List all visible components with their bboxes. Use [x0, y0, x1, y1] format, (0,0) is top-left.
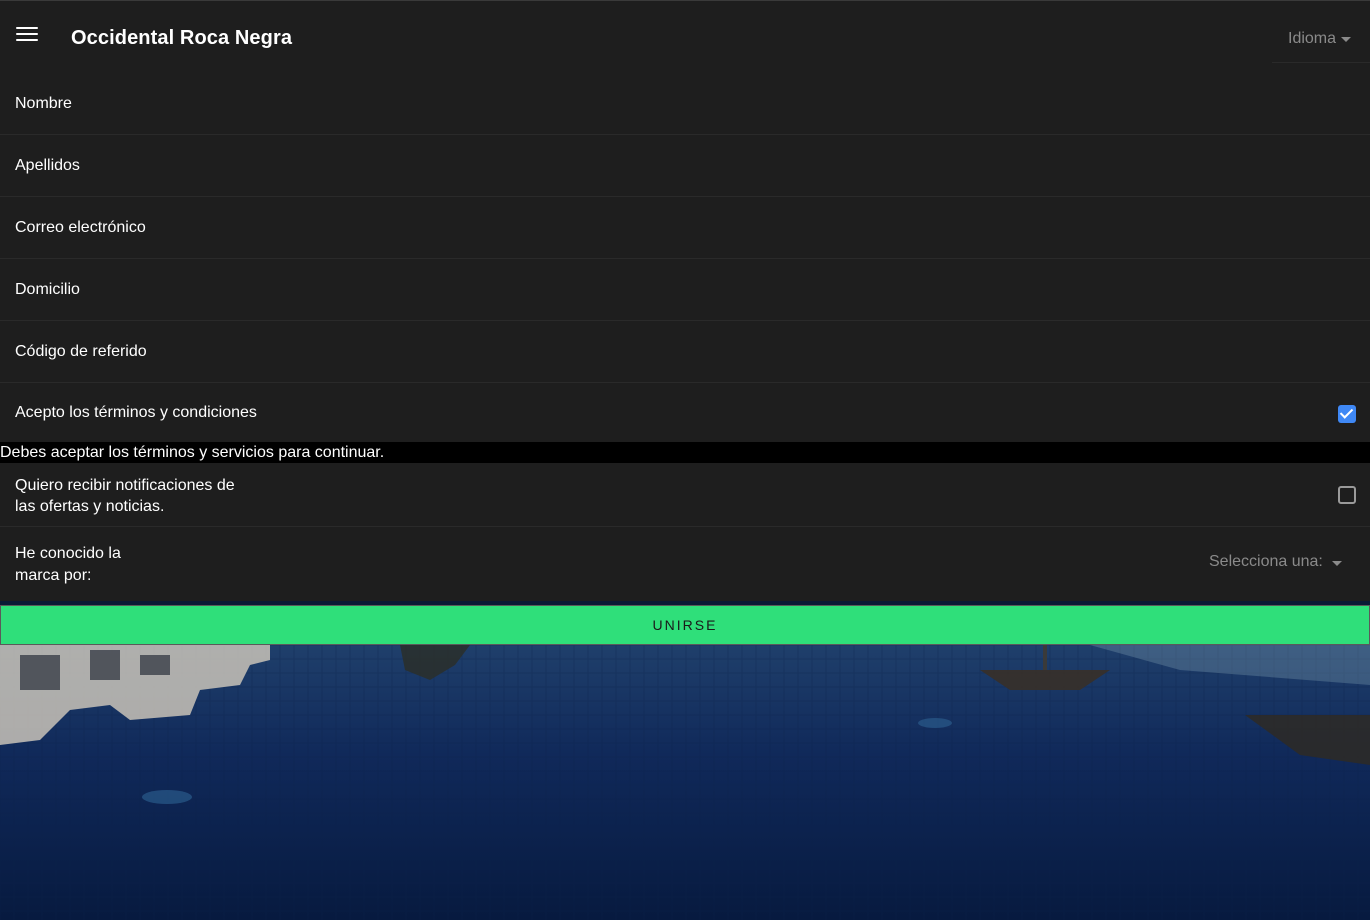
brand-source-select[interactable]: Selecciona una: [1209, 553, 1343, 571]
hamburger-icon[interactable] [16, 27, 38, 47]
app-title: Occidental Roca Negra [71, 27, 293, 49]
brand-source-row: He conocido la marca por: Selecciona una… [0, 527, 1370, 601]
terms-row: Acepto los términos y condiciones [0, 383, 1370, 445]
terms-checkbox[interactable] [1338, 405, 1356, 423]
email-input[interactable] [0, 197, 1370, 258]
brand-source-select-value: Selecciona una: [1209, 553, 1323, 570]
language-select[interactable]: Idioma [1272, 15, 1370, 63]
field-row-domicilio [0, 259, 1370, 321]
caret-down-icon [1332, 561, 1343, 566]
pool-scene [0, 645, 1370, 920]
nombre-input[interactable] [0, 73, 1370, 134]
field-row-nombre [0, 73, 1370, 135]
terms-error-message: Debes aceptar los términos y servicios p… [0, 442, 1370, 463]
apellidos-input[interactable] [0, 135, 1370, 196]
field-row-email [0, 197, 1370, 259]
signup-form: Acepto los términos y condiciones [0, 73, 1370, 445]
notifications-row: Quiero recibir notificaciones de las ofe… [0, 463, 1370, 527]
referral-code-input[interactable] [0, 321, 1370, 382]
notifications-label: Quiero recibir notificaciones de las ofe… [15, 477, 235, 515]
terms-label: Acepto los términos y condiciones [15, 404, 257, 421]
language-select-label: Idioma [1288, 29, 1337, 47]
domicilio-input[interactable] [0, 259, 1370, 320]
caret-down-icon [1341, 37, 1352, 42]
brand-source-label: He conocido la marca por: [15, 545, 121, 584]
signup-form-options: Quiero recibir notificaciones de las ofe… [0, 463, 1370, 601]
join-button[interactable]: UNIRSE [0, 605, 1370, 645]
field-row-apellidos [0, 135, 1370, 197]
page: Occidental Roca Negra Idioma Acepto los … [0, 0, 1370, 920]
notifications-checkbox[interactable] [1338, 486, 1356, 504]
background-pool-image [0, 645, 1370, 920]
app-header: Occidental Roca Negra Idioma [0, 0, 1370, 73]
field-row-referido [0, 321, 1370, 383]
